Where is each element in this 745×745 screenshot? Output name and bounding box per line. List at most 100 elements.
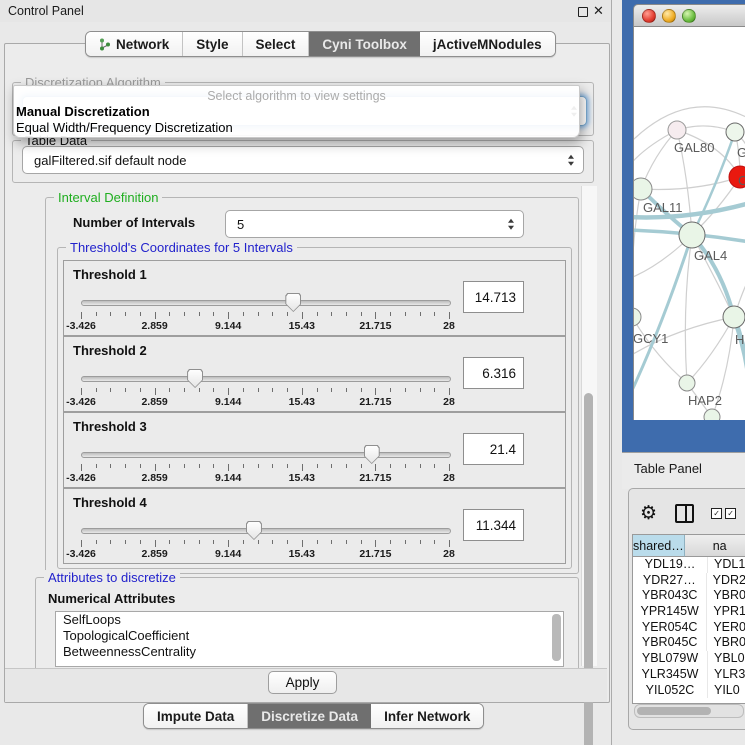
- cell-name[interactable]: YDL1: [708, 557, 745, 573]
- tab-jactivemnodules[interactable]: jActiveMNodules: [420, 32, 555, 56]
- cell-shared-name[interactable]: YBR045C: [633, 635, 707, 651]
- table-row[interactable]: YBR045CYBR0: [633, 635, 745, 651]
- table-row[interactable]: YBR043CYBR0: [633, 588, 745, 604]
- table-row[interactable]: YIL052CYIL0: [633, 683, 745, 699]
- slider-tick: [199, 388, 200, 392]
- threshold-value-field[interactable]: 14.713: [463, 281, 524, 313]
- column-header-shared-name[interactable]: shared…: [633, 535, 685, 557]
- popup-item-manual[interactable]: Manual Discretization: [14, 103, 579, 119]
- cell-name[interactable]: YPR1: [707, 604, 745, 620]
- cell-shared-name[interactable]: YDR27…: [633, 573, 707, 589]
- slider-thumb[interactable]: [187, 369, 203, 388]
- slider-track[interactable]: [81, 452, 451, 458]
- slider-track[interactable]: [81, 300, 451, 306]
- cell-shared-name[interactable]: YER054C: [633, 620, 707, 636]
- slider-tick: [361, 464, 362, 468]
- slider-tick: [317, 388, 318, 392]
- tab-select[interactable]: Select: [242, 32, 309, 56]
- table-row[interactable]: YLR345WYLR3: [633, 667, 745, 683]
- network-node[interactable]: [726, 123, 744, 141]
- attribute-list-item[interactable]: SelfLoops: [56, 612, 563, 628]
- apply-button[interactable]: Apply: [268, 671, 337, 694]
- window-minimize-button[interactable]: [662, 9, 676, 23]
- network-node-label: GAL4: [694, 248, 727, 263]
- slider-tick: [317, 312, 318, 316]
- split-columns-icon[interactable]: [675, 504, 694, 523]
- threshold-value-field[interactable]: 21.4: [463, 433, 524, 465]
- attributes-list[interactable]: SelfLoopsTopologicalCoefficientBetweenne…: [55, 611, 564, 667]
- window-close-button[interactable]: [642, 9, 656, 23]
- slider-tick: [258, 464, 259, 468]
- table-row[interactable]: YBL079WYBL0: [633, 651, 745, 667]
- attribute-list-item[interactable]: BetweennessCentrality: [56, 644, 563, 660]
- cell-name[interactable]: YLR3: [708, 667, 745, 683]
- tab-network[interactable]: Network: [86, 32, 182, 56]
- table-data-value: galFiltered.sif default node: [23, 153, 186, 168]
- checkbox-icon[interactable]: ✓: [711, 508, 722, 519]
- network-node[interactable]: [679, 375, 695, 391]
- cell-name[interactable]: YIL0: [708, 683, 740, 699]
- network-window-titlebar[interactable]: [633, 4, 745, 27]
- popup-item-equal-width[interactable]: Equal Width/Frequency Discretization: [14, 119, 579, 135]
- cell-name[interactable]: YBR0: [707, 588, 745, 604]
- window-zoom-button[interactable]: [682, 9, 696, 23]
- slider-track[interactable]: [81, 376, 451, 382]
- attribute-list-item[interactable]: TopologicalCoefficient: [56, 628, 563, 644]
- network-node[interactable]: [634, 308, 641, 326]
- num-intervals-value: 5: [226, 217, 244, 232]
- slider-tick: [346, 540, 347, 544]
- cell-shared-name[interactable]: YBL079W: [633, 651, 708, 667]
- gear-icon[interactable]: ⚙: [640, 502, 657, 525]
- network-graph[interactable]: GAL80GACGAL11GAL4GCY1HHAP2: [634, 27, 745, 420]
- attributes-list-scrollbar[interactable]: [552, 614, 561, 661]
- table-hscrollbar-thumb[interactable]: [637, 707, 711, 715]
- cell-name[interactable]: YBR0: [707, 635, 745, 651]
- table-row[interactable]: YDR27…YDR2: [633, 573, 745, 589]
- tab-style[interactable]: Style: [182, 32, 241, 56]
- tab-infer-network[interactable]: Infer Network: [371, 704, 483, 728]
- tab-discretize-data[interactable]: Discretize Data: [247, 704, 371, 728]
- algorithm-dropdown-popup: Select algorithm to view settings Manual…: [13, 85, 580, 138]
- network-view-canvas[interactable]: GAL80GACGAL11GAL4GCY1HHAP2: [633, 27, 745, 420]
- cell-shared-name[interactable]: YPR145W: [633, 604, 707, 620]
- slider-thumb[interactable]: [364, 445, 380, 464]
- cell-name[interactable]: YER0: [707, 620, 745, 636]
- close-icon[interactable]: ✕: [593, 3, 604, 19]
- num-intervals-combobox[interactable]: 5: [225, 210, 524, 238]
- table-hscrollbar-track[interactable]: [634, 704, 744, 718]
- network-node[interactable]: [723, 306, 745, 328]
- table-row[interactable]: YER054CYER0: [633, 620, 745, 636]
- threshold-value-field[interactable]: 6.316: [463, 357, 524, 389]
- slider-tick: [346, 312, 347, 316]
- network-node[interactable]: [668, 121, 686, 139]
- network-node[interactable]: [704, 409, 720, 420]
- float-icon[interactable]: [578, 7, 588, 17]
- cell-shared-name[interactable]: YDL19…: [633, 557, 708, 573]
- cell-name[interactable]: YBL0: [708, 651, 745, 667]
- slider-track[interactable]: [81, 528, 451, 534]
- slider-thumb[interactable]: [246, 521, 262, 540]
- slider-tick: [96, 388, 97, 392]
- table-row[interactable]: YDL19…YDL1: [633, 557, 745, 573]
- tab-cyni-toolbox[interactable]: Cyni Toolbox: [308, 32, 420, 56]
- table-data-combobox[interactable]: galFiltered.sif default node: [22, 146, 584, 174]
- slider-tick: [243, 312, 244, 316]
- network-node[interactable]: [634, 178, 652, 200]
- slider-thumb[interactable]: [285, 293, 301, 312]
- vertical-scrollbar-track[interactable]: [581, 186, 597, 666]
- checkbox-icon[interactable]: ✓: [725, 508, 736, 519]
- slider-tick: [287, 388, 288, 392]
- slider-tick: [228, 388, 229, 395]
- column-header-name[interactable]: na: [685, 535, 745, 557]
- threshold-value-field[interactable]: 11.344: [463, 509, 524, 541]
- cell-shared-name[interactable]: YLR345W: [633, 667, 708, 683]
- cell-shared-name[interactable]: YBR043C: [633, 588, 707, 604]
- tab-impute-data[interactable]: Impute Data: [144, 704, 247, 728]
- slider-tick: [155, 540, 156, 547]
- table-row[interactable]: YPR145WYPR1: [633, 604, 745, 620]
- network-node[interactable]: [679, 222, 705, 248]
- panel-divider[interactable]: [611, 0, 612, 745]
- cell-name[interactable]: YDR2: [707, 573, 745, 589]
- slider-tick: [272, 540, 273, 544]
- cell-shared-name[interactable]: YIL052C: [633, 683, 708, 699]
